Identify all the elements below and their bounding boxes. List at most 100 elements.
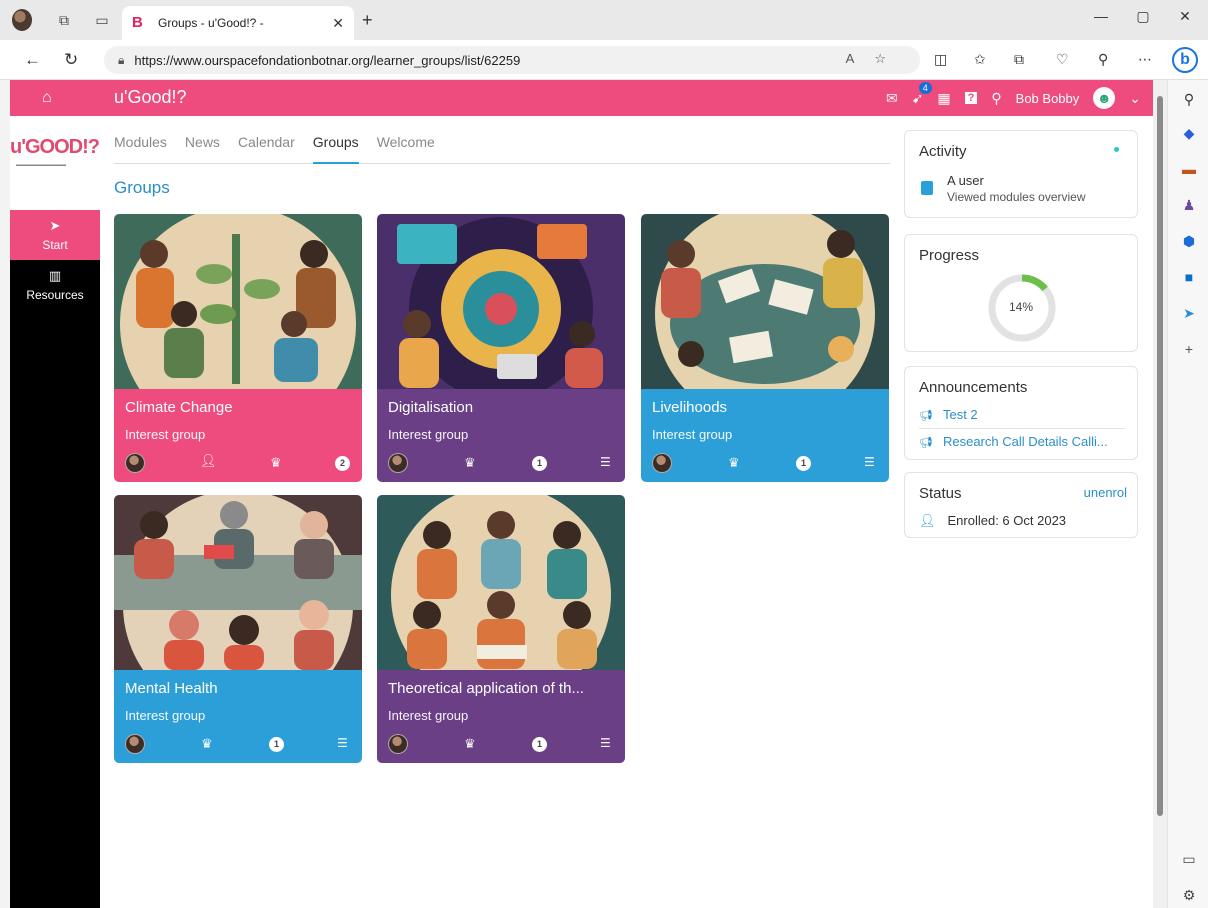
avatar[interactable]: [388, 453, 408, 473]
divider: [919, 428, 1125, 429]
favorites-icon[interactable]: ✩: [974, 51, 986, 68]
progress-label: 14%: [1009, 300, 1034, 314]
help-icon[interactable]: ?: [964, 92, 978, 104]
chevron-down-icon[interactable]: ⌄: [1129, 90, 1141, 107]
list-icon[interactable]: ☰: [600, 455, 611, 469]
sidebar-item-start[interactable]: ➤ Start: [10, 210, 100, 260]
maximize-button[interactable]: ▢: [1120, 8, 1166, 25]
new-tab-button[interactable]: +: [362, 10, 373, 31]
tab-title: Groups - u'Good!? -: [158, 16, 264, 30]
search-icon[interactable]: ⚲: [1180, 90, 1198, 108]
crown-icon: ♛: [464, 736, 476, 751]
tab-actions-icon[interactable]: ▭: [92, 10, 112, 30]
list-icon[interactable]: ☰: [864, 455, 875, 469]
address-bar-row: ← ↻ 🔒︎ https://www.ourspacefondationbotn…: [0, 40, 1208, 80]
announcement-item[interactable]: 📢︎ Research Call Details Calli...: [919, 434, 1123, 449]
settings-icon[interactable]: ⚙: [1180, 886, 1198, 904]
logo-area: u'GOOD!? ▬▬▬▬▬▬▬▬▬▬: [10, 116, 100, 210]
avatar[interactable]: [125, 453, 145, 473]
member-count-badge: 1: [269, 737, 284, 752]
sidebar-item-label: Resources: [26, 288, 84, 302]
calendar-icon[interactable]: ▦: [937, 90, 950, 107]
group-title[interactable]: Mental Health: [125, 680, 353, 697]
group-card-theoretical-application[interactable]: Theoretical application of th... Interes…: [377, 495, 625, 763]
module-icon: [921, 181, 933, 195]
group-card-livelihoods[interactable]: Livelihoods Interest group ♛ 1 ☰: [641, 214, 889, 482]
user-avatar[interactable]: ☻: [1093, 87, 1116, 109]
activity-user: A user: [947, 173, 984, 188]
send-icon[interactable]: ➤: [1180, 304, 1198, 322]
games-icon[interactable]: ♟: [1180, 196, 1198, 214]
announcements-title: Announcements: [919, 379, 1028, 396]
activity-title: Activity: [919, 143, 967, 160]
group-title[interactable]: Digitalisation: [388, 399, 616, 416]
close-window-button[interactable]: ✕: [1162, 8, 1208, 25]
group-type: Interest group: [388, 708, 469, 723]
tab-welcome[interactable]: Welcome: [377, 132, 435, 163]
status-title: Status: [919, 485, 962, 502]
avatar[interactable]: [652, 453, 672, 473]
more-menu-icon[interactable]: ⋯: [1138, 51, 1152, 68]
avatar[interactable]: [125, 734, 145, 754]
back-icon[interactable]: ←: [24, 50, 41, 70]
tab-modules[interactable]: Modules: [114, 132, 167, 163]
page-scrollbar[interactable]: [1153, 80, 1167, 908]
collections-icon[interactable]: ⧉: [54, 10, 74, 30]
tools-icon[interactable]: ▬: [1180, 160, 1198, 178]
tab-groups[interactable]: Groups: [312, 132, 359, 164]
list-icon[interactable]: ☰: [600, 736, 611, 750]
url-text: https://www.ourspacefondationbotnar.org/…: [134, 52, 521, 68]
unenrol-link[interactable]: unenrol: [1084, 485, 1127, 500]
collections-icon[interactable]: ⧉: [1014, 51, 1024, 68]
add-icon[interactable]: +: [1180, 340, 1198, 358]
url-field[interactable]: 🔒︎ https://www.ourspacefondationbotnar.o…: [104, 46, 920, 74]
enrolment-status: 👤︎ Enrolled: 6 Oct 2023: [919, 513, 1066, 529]
announcement-link[interactable]: Research Call Details Calli...: [943, 434, 1108, 449]
split-screen-icon[interactable]: ◫: [934, 51, 947, 68]
extensions-icon[interactable]: ⚲: [1098, 51, 1108, 68]
progress-title: Progress: [919, 247, 980, 264]
browser-tab[interactable]: B Groups - u'Good!? - ✕: [122, 6, 354, 40]
shopping-tag-icon[interactable]: ◆: [1180, 124, 1198, 142]
bing-copilot-button[interactable]: b: [1172, 47, 1198, 73]
group-title[interactable]: Livelihoods: [652, 399, 880, 416]
sidebar-toggle-icon[interactable]: ▭: [1180, 850, 1198, 868]
activity-panel: Activity A user Viewed modules overview: [904, 130, 1138, 218]
refresh-icon[interactable]: ↻: [64, 50, 78, 70]
page-title: Groups: [114, 178, 170, 197]
browser-tab-bar: ⧉ ▭ B Groups - u'Good!? - ✕ + — ▢ ✕: [0, 0, 1208, 40]
group-title[interactable]: Climate Change: [125, 399, 353, 416]
group-card-mental-health[interactable]: Mental Health Interest group ♛ 1 ☰: [114, 495, 362, 763]
tab-news[interactable]: News: [185, 132, 220, 163]
member-count-badge: 1: [796, 456, 811, 471]
person-icon: 👤︎: [200, 453, 217, 468]
user-name[interactable]: Bob Bobby: [1016, 91, 1080, 106]
profile-avatar[interactable]: [12, 9, 32, 31]
list-icon[interactable]: ☰: [337, 736, 348, 750]
group-card-climate-change[interactable]: Climate Change Interest group 👤︎ ♛ 2: [114, 214, 362, 482]
home-icon[interactable]: ⌂: [42, 89, 52, 107]
group-info: Theoretical application of th... Interes…: [377, 670, 625, 763]
avatar[interactable]: [388, 734, 408, 754]
notifications-icon[interactable]: ➹ 4: [912, 81, 932, 107]
group-card-digitalisation[interactable]: Digitalisation Interest group ♛ 1 ☰: [377, 214, 625, 482]
group-title[interactable]: Theoretical application of th...: [388, 680, 616, 697]
messages-icon[interactable]: ✉: [886, 90, 898, 107]
search-icon[interactable]: ⚲: [991, 90, 1001, 107]
tab-calendar[interactable]: Calendar: [238, 132, 295, 163]
activity-action: Viewed modules overview: [947, 190, 1086, 204]
outlook-icon[interactable]: ■: [1180, 268, 1198, 286]
close-tab-icon[interactable]: ✕: [332, 15, 344, 32]
group-type: Interest group: [652, 427, 733, 442]
announcement-item[interactable]: 📢︎ Test 2: [919, 407, 1123, 422]
read-aloud-favorite-icons[interactable]: A☆: [846, 51, 906, 67]
sidebar-item-resources[interactable]: ▥ Resources: [10, 260, 100, 310]
site-logo[interactable]: u'GOOD!?: [10, 136, 100, 159]
logo-tagline: ▬▬▬▬▬▬▬▬▬▬: [16, 162, 66, 168]
announcement-link[interactable]: Test 2: [943, 407, 978, 422]
scrollbar-thumb[interactable]: [1157, 96, 1163, 816]
minimize-button[interactable]: —: [1078, 8, 1124, 24]
site-brand[interactable]: u'Good!?: [114, 87, 187, 108]
office-icon[interactable]: ⬢: [1180, 232, 1198, 250]
browser-essentials-icon[interactable]: ♡: [1056, 51, 1069, 68]
